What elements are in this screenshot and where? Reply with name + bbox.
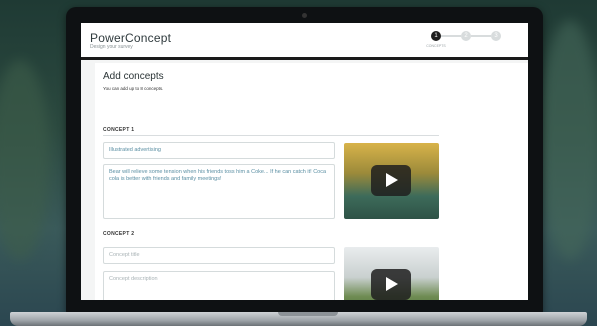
background-person: [540, 20, 597, 260]
concept-1-video[interactable]: [344, 143, 439, 219]
camera-icon: [302, 13, 307, 18]
play-icon[interactable]: [371, 269, 411, 300]
step-connector: [471, 35, 491, 37]
concept-2-video[interactable]: [344, 247, 439, 300]
background-person: [0, 60, 50, 260]
step-1[interactable]: 1: [431, 31, 441, 41]
concept-2-label: CONCEPT 2: [103, 231, 135, 237]
step-3[interactable]: 3: [491, 31, 501, 41]
step-connector: [441, 35, 461, 37]
concept-2-title-input[interactable]: Concept title: [103, 247, 335, 264]
concept-1-description-textarea[interactable]: Bear will relieve some tension when his …: [103, 164, 335, 219]
play-icon[interactable]: [371, 165, 411, 196]
step-2[interactable]: 2: [461, 31, 471, 41]
main-content: Add concepts You can add up to 8 concept…: [95, 63, 528, 300]
laptop-base: [10, 312, 587, 326]
step-1-label: CONCEPTS: [426, 44, 446, 48]
brand-logo[interactable]: PowerConcept: [90, 31, 171, 45]
laptop-notch: [278, 312, 338, 316]
brand-subtitle: Design your survey: [90, 44, 133, 50]
progress-steps: 1 2 3 CONCEPTS: [426, 31, 523, 51]
concept-1-label: CONCEPT 1: [103, 127, 135, 133]
header-divider: [81, 57, 528, 60]
page-title: Add concepts: [103, 71, 164, 82]
concept-2-description-textarea[interactable]: Concept description: [103, 271, 335, 300]
app-header: PowerConcept Design your survey 1 2 3 CO…: [81, 23, 528, 57]
concept-1-title-input[interactable]: Illustrated advertising: [103, 142, 335, 159]
page-hint: You can add up to 8 concepts.: [103, 86, 164, 91]
section-divider: [103, 135, 439, 136]
laptop-screen: PowerConcept Design your survey 1 2 3 CO…: [81, 23, 528, 300]
